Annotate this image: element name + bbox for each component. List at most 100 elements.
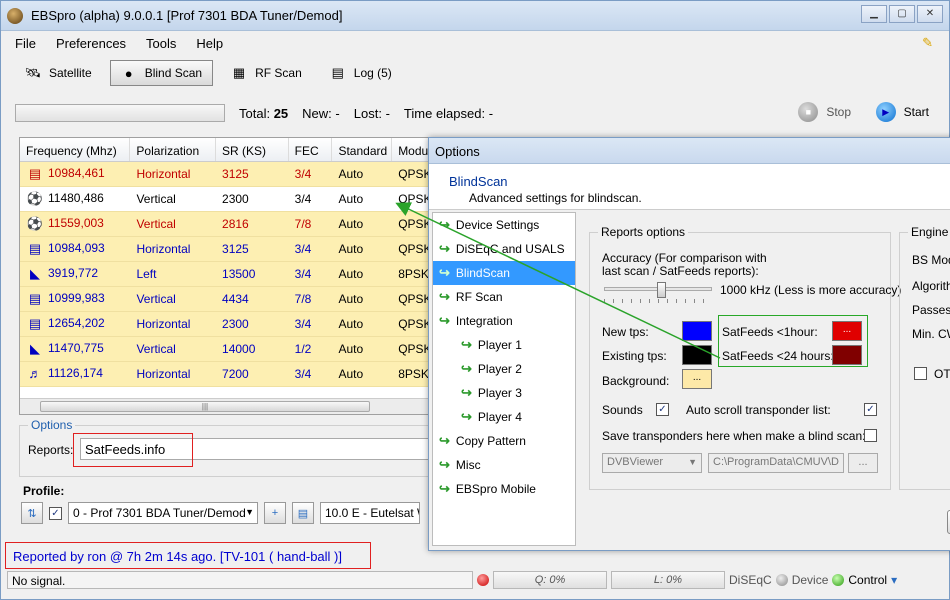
table-row[interactable]: ◣ 11470,775 Vertical 14000 1/2 Auto QPSK <box>20 337 438 362</box>
nav-item-copy-pattern[interactable]: ↪ Copy Pattern <box>433 429 575 453</box>
nav-item-misc[interactable]: ↪ Misc <box>433 453 575 477</box>
table-row[interactable]: ⚽ 11480,486 Vertical 2300 3/4 Auto QPSK <box>20 187 438 212</box>
nav-item-rf-scan[interactable]: ↪ RF Scan <box>433 285 575 309</box>
options-dialog: Options BlindScan Advanced settings for … <box>428 137 950 551</box>
table-row[interactable]: ▤ 10984,093 Horizontal 3125 3/4 Auto QPSK <box>20 237 438 262</box>
nav-item-player-2[interactable]: ↪ Player 2 <box>433 357 575 381</box>
column-header[interactable]: Polarization <box>130 138 216 161</box>
dialog-subheading: Advanced settings for blindscan. <box>469 191 642 205</box>
min-cw-label: Min. CW <box>912 327 950 341</box>
add-icon[interactable]: + <box>264 502 286 524</box>
table-row[interactable]: ▤ 10999,983 Vertical 4434 7/8 Auto QPSK <box>20 287 438 312</box>
channel-type-icon: ◣ <box>30 266 40 281</box>
browse-button[interactable]: ... <box>848 453 878 473</box>
close-button[interactable]: ✕ <box>917 5 943 23</box>
quality-bar: Q: 0% <box>493 571 607 589</box>
control-label[interactable]: Control <box>848 573 887 587</box>
lost-label: Lost: <box>353 105 382 121</box>
nav-item-player-4[interactable]: ↪ Player 4 <box>433 405 575 429</box>
nav-item-label: Misc <box>455 458 481 472</box>
column-header[interactable]: FEC <box>289 138 333 161</box>
menu-tools[interactable]: Tools <box>146 36 176 51</box>
other-label: OTH <box>934 367 950 381</box>
symbol-rate-cell: 3125 <box>222 242 249 256</box>
background-color-swatch[interactable]: ... <box>682 369 712 389</box>
table-header: Frequency (Mhz) Polarization SR (KS) FEC… <box>20 138 438 162</box>
edit-icon[interactable]: ▤ <box>292 502 314 524</box>
nav-item-player-1[interactable]: ↪ Player 1 <box>433 333 575 357</box>
rf-scan-icon: ▦ <box>232 65 246 80</box>
polarization-cell: Vertical <box>136 192 176 206</box>
engine-legend: Engine <box>908 225 950 239</box>
satellite-combo[interactable]: 10.0 E - Eutelsat W <box>320 502 420 524</box>
nav-item-blindscan[interactable]: ↪ BlindScan <box>433 261 575 285</box>
stop-label: Stop <box>826 105 851 119</box>
blind-scan-button[interactable]: ● Blind Scan <box>109 60 214 86</box>
symbol-rate-cell: 4434 <box>222 292 249 306</box>
arrow-icon: ↪ <box>439 241 450 256</box>
accuracy-slider[interactable] <box>604 282 712 298</box>
menu-help[interactable]: Help <box>196 36 223 51</box>
elapsed-label: Time elapsed: <box>403 105 486 121</box>
save-path-input[interactable]: C:\ProgramData\CMUV\D <box>708 453 844 473</box>
profile-checkbox[interactable]: ✓ <box>49 506 62 520</box>
control-menu-icon[interactable]: ▾ <box>891 573 897 587</box>
scrollbar-thumb[interactable]: ||| <box>40 401 370 412</box>
channel-type-icon: ▤ <box>28 316 42 331</box>
table-row[interactable]: ♬ 11126,174 Horizontal 7200 3/4 Auto 8PSK <box>20 362 438 387</box>
new-stat: New: - <box>302 106 340 121</box>
menu-preferences[interactable]: Preferences <box>56 36 126 51</box>
accuracy-label-1: Accuracy (For comparison with <box>602 251 767 265</box>
horizontal-scrollbar[interactable]: ||| <box>20 398 438 414</box>
nav-item-label: Integration <box>455 314 513 328</box>
nav-item-ebspro-mobile[interactable]: ↪ EBSpro Mobile <box>433 477 575 501</box>
table-row[interactable]: ◣ 3919,772 Left 13500 3/4 Auto 8PSK <box>20 262 438 287</box>
diseqc-label: DiSEqC <box>729 573 772 587</box>
table-row[interactable]: ▤ 10984,461 Horizontal 3125 3/4 Auto QPSK <box>20 162 438 187</box>
new-tps-color-swatch[interactable] <box>682 321 712 341</box>
maximize-button[interactable]: ▢ <box>889 5 915 23</box>
slider-thumb[interactable] <box>657 282 666 298</box>
stop-button[interactable]: ■ Stop <box>798 102 851 122</box>
settings-nav: ↪ Device Settings ↪ DiSEqC and USALS ↪ BlindS… <box>432 212 576 546</box>
frequency-value: 12654,202 <box>48 316 105 331</box>
table-row[interactable]: ⚽ 11559,003 Vertical 2816 7/8 Auto QPSK <box>20 212 438 237</box>
fec-cell: 3/4 <box>294 267 312 281</box>
player-combo[interactable]: DVBViewer ▼ <box>602 453 702 473</box>
nav-item-device-settings[interactable]: ↪ Device Settings <box>433 213 575 237</box>
arrow-icon: ↪ <box>439 265 450 280</box>
arrow-icon: ↪ <box>461 361 472 376</box>
frequency-value: 11126,174 <box>48 366 103 381</box>
save-here-checkbox[interactable] <box>864 429 877 442</box>
auto-scroll-checkbox[interactable]: ✓ <box>864 403 877 416</box>
nav-item-label: Player 4 <box>477 410 522 424</box>
log-button[interactable]: ▤ Log (5) <box>320 60 402 86</box>
sounds-checkbox[interactable]: ✓ <box>656 403 669 416</box>
refresh-icon[interactable]: ⇅ <box>21 502 43 524</box>
channel-type-icon: ▤ <box>28 241 42 256</box>
existing-tps-color-swatch[interactable] <box>682 345 712 365</box>
polarization-cell: Horizontal <box>136 317 191 331</box>
nav-item-diseqc-and-usals[interactable]: ↪ DiSEqC and USALS <box>433 237 575 261</box>
pin-icon[interactable]: ✎ <box>922 35 933 51</box>
column-header[interactable]: Frequency (Mhz) <box>20 138 131 161</box>
frequency-cell: ▤ 10984,093 <box>20 241 130 257</box>
accuracy-label-2: last scan / SatFeeds reports): <box>602 264 759 278</box>
tuner-combo[interactable]: 0 - Prof 7301 BDA Tuner/Demod ▼ <box>68 502 258 524</box>
new-value: - <box>335 105 340 121</box>
menu-file[interactable]: File <box>15 36 36 51</box>
table-row[interactable]: ▤ 12654,202 Horizontal 2300 3/4 Auto QPSK <box>20 312 438 337</box>
column-header[interactable]: Standard <box>332 138 393 161</box>
minimize-button[interactable]: ▁ <box>861 5 887 23</box>
nav-item-integration[interactable]: ↪ Integration <box>433 309 575 333</box>
column-header[interactable]: SR (KS) <box>216 138 289 161</box>
nav-item-player-3[interactable]: ↪ Player 3 <box>433 381 575 405</box>
satellite-button[interactable]: 🛰 Satellite <box>15 60 102 86</box>
other-checkbox[interactable] <box>914 367 927 380</box>
dialog-heading: BlindScan <box>449 174 508 189</box>
symbol-rate-cell: 7200 <box>222 367 249 381</box>
arrow-icon: ↪ <box>461 409 472 424</box>
rf-scan-button[interactable]: ▦ RF Scan <box>221 60 312 86</box>
signal-status: No signal. <box>7 571 473 589</box>
start-button[interactable]: ▶ Start <box>875 102 929 122</box>
